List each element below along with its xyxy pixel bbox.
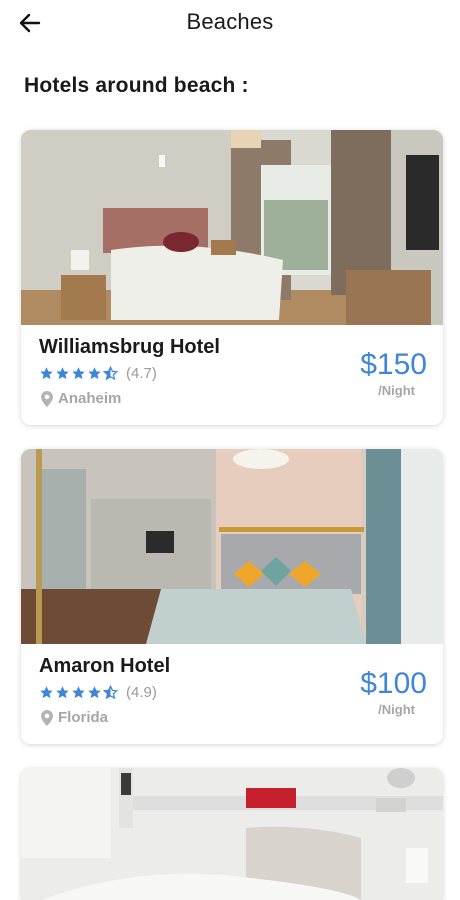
location-row: Anaheim: [41, 390, 121, 407]
hotel-photo: [21, 768, 443, 900]
hotel-location: Florida: [58, 709, 109, 726]
rating-row: (4.7): [39, 365, 157, 382]
price-unit: /Night: [378, 702, 415, 717]
hotel-card[interactable]: [21, 768, 443, 900]
star-half-icon: [103, 685, 118, 700]
rating-value: (4.9): [126, 684, 157, 701]
hotel-card[interactable]: Amaron Hotel (4.9) Florida $100 /Night: [21, 449, 443, 744]
hotel-price: $150: [360, 348, 427, 381]
price-unit: /Night: [378, 383, 415, 398]
hotel-price: $100: [360, 667, 427, 700]
star-rating: [39, 685, 118, 700]
rating-row: (4.9): [39, 684, 157, 701]
star-icon: [56, 367, 69, 380]
star-icon: [72, 367, 85, 380]
star-icon: [40, 686, 53, 699]
hotel-name: Amaron Hotel: [39, 655, 171, 677]
page-title: Beaches: [186, 9, 274, 34]
star-rating: [39, 366, 118, 381]
hotel-name: Williamsbrug Hotel: [39, 336, 220, 358]
hotel-photo: [21, 449, 443, 644]
star-icon: [88, 686, 101, 699]
location-row: Florida: [41, 709, 108, 726]
hotel-photo: [21, 130, 443, 325]
location-pin-icon: [41, 390, 53, 407]
rating-value: (4.7): [126, 365, 157, 382]
location-pin-icon: [41, 709, 53, 726]
section-title: Hotels around beach :: [24, 74, 249, 97]
star-icon: [72, 686, 85, 699]
star-half-icon: [103, 366, 118, 381]
star-icon: [40, 367, 53, 380]
star-icon: [56, 686, 69, 699]
top-bar: Beaches: [0, 0, 460, 46]
star-icon: [88, 367, 101, 380]
hotel-card[interactable]: Williamsbrug Hotel (4.7) Anaheim $150 /N…: [21, 130, 443, 425]
hotel-location: Anaheim: [58, 390, 122, 407]
